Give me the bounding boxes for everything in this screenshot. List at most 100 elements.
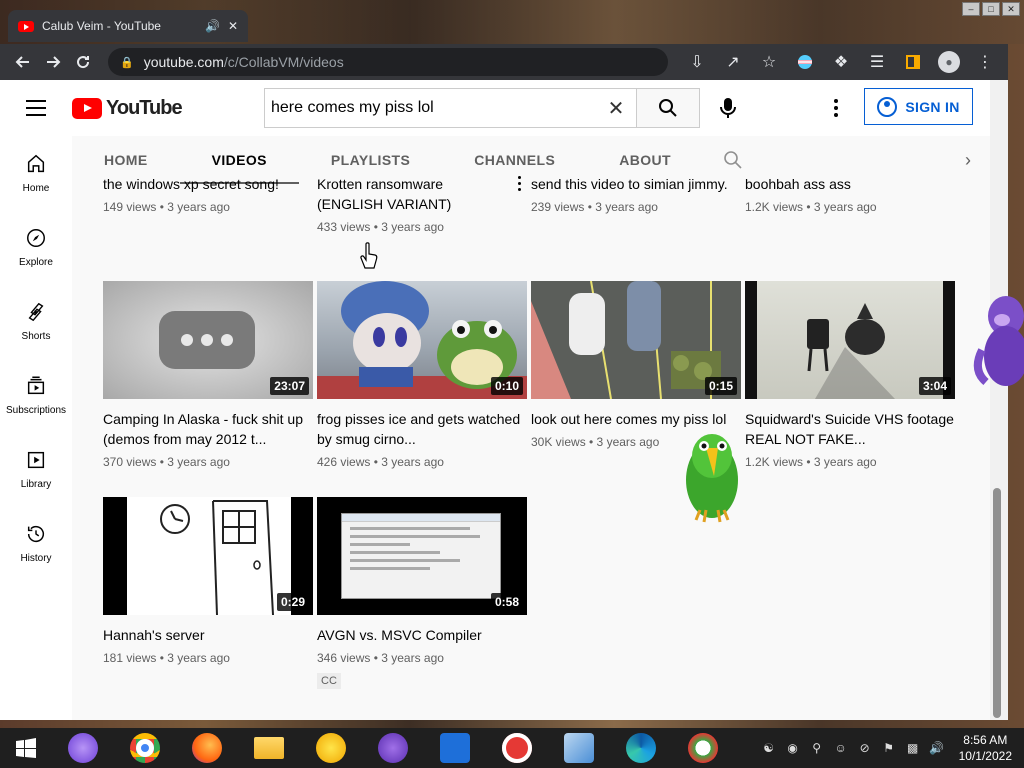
- video-thumbnail[interactable]: 0:58: [317, 497, 527, 615]
- settings-kebab-icon[interactable]: [826, 94, 846, 122]
- tray-volume-icon[interactable]: 🔊: [929, 740, 945, 756]
- taskbar-edge[interactable]: [610, 728, 672, 768]
- video-title[interactable]: Hannah's server: [103, 625, 313, 645]
- sidebar-item-label: Explore: [19, 256, 53, 268]
- browser-menu-icon[interactable]: ⋮: [970, 47, 1000, 77]
- video-thumbnail[interactable]: 0:10: [317, 281, 527, 399]
- youtube-logo[interactable]: YouTube: [72, 97, 183, 120]
- taskbar-arc[interactable]: [424, 728, 486, 768]
- taskbar-firefox[interactable]: [176, 728, 238, 768]
- tray-network-icon[interactable]: ▩: [905, 740, 921, 756]
- video-title[interactable]: frog pisses ice and gets watched by smug…: [317, 409, 527, 449]
- video-title[interactable]: Squidward's Suicide VHS footage REAL NOT…: [745, 409, 955, 449]
- video-thumbnail[interactable]: 23:07: [103, 281, 313, 399]
- tab-close-icon[interactable]: ✕: [228, 19, 238, 33]
- window-maximize-button[interactable]: □: [982, 2, 1000, 16]
- video-card[interactable]: send this video to simian jimmy. 239 vie…: [531, 164, 741, 214]
- sidebar-item-subscriptions[interactable]: Subscriptions: [0, 358, 72, 432]
- search-button[interactable]: [636, 88, 700, 128]
- lock-icon[interactable]: 🔒: [120, 56, 134, 69]
- video-thumbnail[interactable]: 0:15: [531, 281, 741, 399]
- extension-flag-icon[interactable]: [790, 47, 820, 77]
- video-card[interactable]: 0:29 Hannah's server 181 views • 3 years…: [103, 497, 313, 665]
- clock-date: 10/1/2022: [958, 749, 1012, 763]
- video-title[interactable]: the windows xp secret song!: [103, 174, 313, 194]
- search-input[interactable]: [264, 88, 636, 128]
- window-close-button[interactable]: ✕: [1002, 2, 1020, 16]
- video-title[interactable]: AVGN vs. MSVC Compiler: [317, 625, 527, 645]
- sidebar-item-shorts[interactable]: Shorts: [0, 284, 72, 358]
- taskbar-file-explorer[interactable]: [238, 728, 300, 768]
- tray-banana-icon[interactable]: ☯: [761, 740, 777, 756]
- video-card[interactable]: 0:58 AVGN vs. MSVC Compiler 346 views • …: [317, 497, 527, 689]
- audio-playing-icon[interactable]: 🔊: [205, 19, 220, 33]
- hamburger-menu-icon[interactable]: [26, 100, 46, 116]
- reload-icon[interactable]: [68, 47, 98, 77]
- install-app-icon[interactable]: ⇩: [682, 47, 712, 77]
- search-box: ✕: [264, 88, 700, 128]
- video-card[interactable]: 0:10 frog pisses ice and gets watched by…: [317, 281, 527, 469]
- media-controls-icon[interactable]: ☰: [862, 47, 892, 77]
- video-meta: 149 views • 3 years ago: [103, 200, 230, 214]
- sign-in-button[interactable]: SIGN IN: [864, 88, 973, 125]
- clear-search-icon[interactable]: ✕: [604, 96, 628, 120]
- video-duration: 0:29: [276, 593, 309, 611]
- profile-avatar-icon[interactable]: ●: [934, 47, 964, 77]
- page-scrollbar[interactable]: [990, 80, 1008, 720]
- video-title[interactable]: Krotten ransomware (ENGLISH VARIANT): [317, 174, 527, 214]
- video-title[interactable]: send this video to simian jimmy.: [531, 174, 741, 194]
- scrollbar-thumb[interactable]: [993, 488, 1001, 718]
- browser-tab[interactable]: Calub Veim - YouTube 🔊 ✕: [8, 10, 248, 42]
- ccleaner-icon: [688, 733, 718, 763]
- video-card[interactable]: the windows xp secret song! 149 views • …: [103, 164, 313, 214]
- guide-sidebar: Home Explore Shorts Subscriptions Librar…: [0, 136, 72, 720]
- taskbar-clock[interactable]: 8:56 AM 10/1/2022: [959, 732, 1012, 764]
- share-icon[interactable]: ↗: [718, 47, 748, 77]
- back-arrow-icon[interactable]: [8, 47, 38, 77]
- video-title[interactable]: Camping In Alaska - fuck shit up (demos …: [103, 409, 313, 449]
- voice-search-button[interactable]: [710, 90, 746, 126]
- sidebar-item-explore[interactable]: Explore: [0, 210, 72, 284]
- video-card[interactable]: Krotten ransomware (ENGLISH VARIANT) 433…: [317, 164, 527, 234]
- tray-blocked-icon[interactable]: ⊘: [857, 740, 873, 756]
- video-thumbnail[interactable]: 3:04: [745, 281, 955, 399]
- tray-emoji-icon[interactable]: ☺: [833, 740, 849, 756]
- extensions-puzzle-icon[interactable]: ❖: [826, 47, 856, 77]
- subscriptions-icon: [27, 376, 45, 394]
- taskbar-yahoo-messenger[interactable]: [300, 728, 362, 768]
- forward-arrow-icon[interactable]: [38, 47, 68, 77]
- sidebar-item-home[interactable]: Home: [0, 136, 72, 210]
- video-card[interactable]: 23:07 Camping In Alaska - fuck shit up (…: [103, 281, 313, 469]
- video-card[interactable]: 3:04 Squidward's Suicide VHS footage REA…: [745, 281, 955, 469]
- door-clock-sketch-image: [160, 500, 274, 615]
- bonzi-buddy-icon[interactable]: [972, 290, 1024, 390]
- taskbar-bonzi[interactable]: [362, 728, 424, 768]
- bookmark-star-icon[interactable]: ☆: [754, 47, 784, 77]
- cc-badge: CC: [317, 673, 341, 689]
- window-minimize-button[interactable]: –: [962, 2, 980, 16]
- bonzi-taskbar-icon: [378, 733, 408, 763]
- sidebar-item-label: Home: [22, 182, 50, 194]
- address-bar[interactable]: 🔒 youtube.com/c/CollabVM/videos: [108, 48, 668, 76]
- sidebar-item-history[interactable]: History: [0, 506, 72, 580]
- video-duration: 0:10: [490, 377, 523, 395]
- video-card[interactable]: boohbah ass ass 1.2K views • 3 years ago: [745, 164, 955, 214]
- windows-start-button[interactable]: [0, 728, 52, 768]
- taskbar-cortana[interactable]: [52, 728, 114, 768]
- tray-search-icon[interactable]: ⚲: [809, 740, 825, 756]
- sidebar-item-library[interactable]: Library: [0, 432, 72, 506]
- sketch-paper: [127, 497, 291, 615]
- taskbar-media-player[interactable]: [548, 728, 610, 768]
- tray-bonzi-icon[interactable]: ◉: [785, 740, 801, 756]
- green-parrot-icon[interactable]: [676, 424, 746, 528]
- youtube-page: YouTube ✕ SIGN IN Home Explore Sh: [0, 80, 1008, 720]
- side-panel-icon[interactable]: [898, 47, 928, 77]
- taskbar-ccleaner[interactable]: [672, 728, 734, 768]
- video-title[interactable]: boohbah ass ass: [745, 174, 955, 194]
- taskbar-chrome[interactable]: [114, 728, 176, 768]
- masthead: YouTube ✕ SIGN IN: [0, 80, 990, 136]
- taskbar-yandex[interactable]: [486, 728, 548, 768]
- tray-flag-icon[interactable]: ⚑: [881, 740, 897, 756]
- video-menu-icon[interactable]: [515, 176, 523, 194]
- video-thumbnail[interactable]: 0:29: [103, 497, 313, 615]
